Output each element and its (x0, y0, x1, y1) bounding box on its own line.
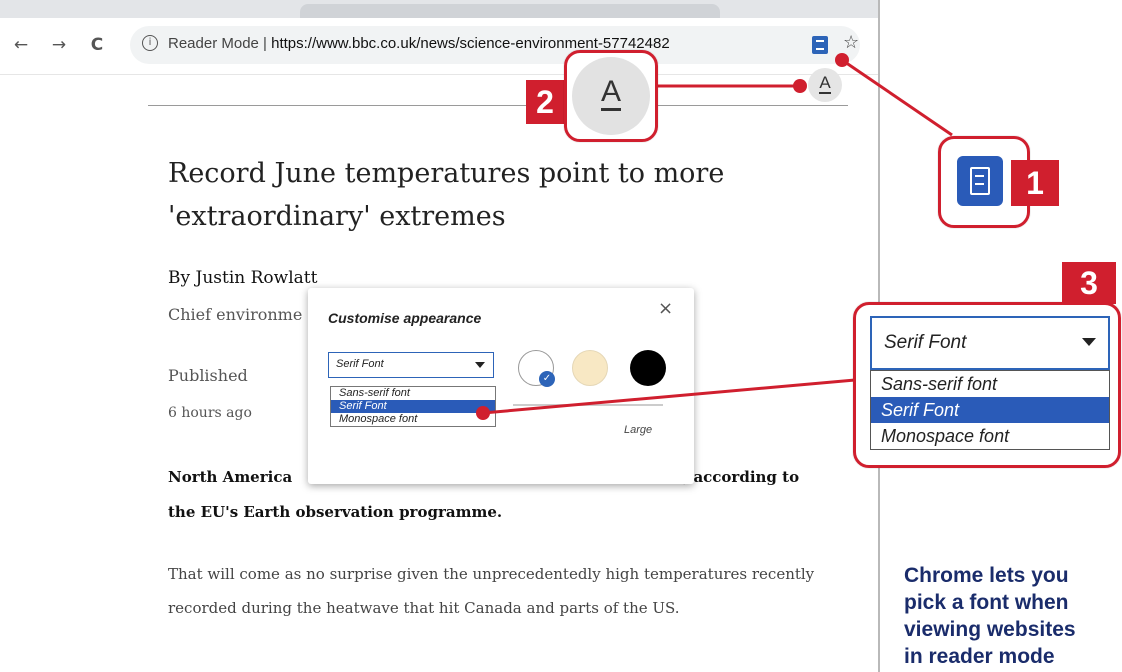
figure-caption: Chrome lets you pick a font when viewing… (904, 562, 1122, 670)
zoomed-option-serif: Serif Font (871, 397, 1109, 423)
font-select-zoomed-value: Serif Font (884, 332, 967, 353)
customise-appearance-dialog: Customise appearance × Serif Font Sans-s… (308, 288, 694, 484)
font-select-value: Serif Font (336, 358, 384, 370)
bookmark-star-icon[interactable]: ☆ (843, 32, 859, 53)
document-icon (970, 167, 990, 195)
font-a-icon: A (819, 73, 831, 94)
font-size-large-label: Large (624, 424, 653, 436)
theme-swatch-white[interactable]: ✓ (518, 350, 555, 387)
lede-start: North America (168, 468, 293, 486)
caption-line-1: Chrome lets you (904, 564, 1069, 587)
reader-mode-label: Reader Mode (168, 35, 259, 52)
theme-swatch-cream[interactable] (572, 350, 608, 386)
article-headline: Record June temperatures point to more '… (168, 158, 725, 232)
theme-swatch-black[interactable] (630, 350, 666, 386)
lede-end: the EU's Earth observation programme. (168, 503, 503, 521)
browser-tab[interactable] (300, 4, 720, 18)
caption-line-2: pick a font when (904, 591, 1069, 614)
url-separator: | (258, 35, 272, 52)
font-options-zoomed: Sans-serif font Serif Font Monospace fon… (870, 370, 1110, 450)
font-size-slider[interactable] (513, 404, 663, 406)
font-options-list: Sans-serif font Serif Font Monospace fon… (330, 386, 496, 427)
font-select[interactable]: Serif Font (328, 352, 494, 378)
zoomed-option-sans-serif: Sans-serif font (881, 374, 998, 394)
browser-toolbar: ← → C i Reader Mode | https://www.bbc.co… (0, 18, 878, 75)
reader-divider (148, 105, 848, 106)
close-icon[interactable]: × (658, 298, 673, 319)
check-icon: ✓ (539, 371, 555, 387)
callout-badge-1: 1 (1011, 160, 1059, 206)
site-info-icon[interactable]: i (142, 35, 158, 51)
callout-badge-2: 2 (526, 80, 564, 124)
tab-strip (0, 0, 878, 18)
author-role: Chief environme (168, 305, 303, 324)
article-byline: By Justin Rowlatt (168, 268, 318, 288)
reader-mode-icon-zoomed (957, 156, 1003, 206)
published-time: 6 hours ago (168, 405, 252, 421)
appearance-button-zoomed: A (572, 57, 650, 135)
font-option-monospace[interactable]: Monospace font (331, 413, 495, 426)
zoomed-option-monospace: Monospace font (881, 426, 1010, 446)
published-label: Published (168, 366, 248, 385)
font-a-icon-zoomed: A (600, 75, 621, 111)
chevron-down-icon-zoomed (1082, 338, 1096, 346)
reload-icon[interactable]: C (86, 34, 108, 56)
article-paragraph: That will come as no surprise given the … (168, 565, 815, 617)
chevron-down-icon (475, 362, 485, 368)
forward-icon[interactable]: → (48, 34, 70, 56)
callout-badge-3: 3 (1062, 262, 1116, 304)
back-icon[interactable]: ← (10, 34, 32, 56)
browser-window: ← → C i Reader Mode | https://www.bbc.co… (0, 0, 880, 672)
font-option-sans-serif[interactable]: Sans-serif font (331, 387, 495, 400)
caption-line-4: in reader mode (904, 645, 1055, 668)
appearance-button[interactable]: A (808, 68, 842, 102)
caption-line-3: viewing websites (904, 618, 1076, 641)
reader-mode-icon[interactable] (812, 36, 828, 54)
dialog-title: Customise appearance (328, 310, 482, 326)
font-select-zoomed: Serif Font (870, 316, 1110, 370)
lede-mid: , according to (683, 468, 800, 486)
font-option-serif[interactable]: Serif Font (331, 400, 495, 413)
address-bar[interactable]: i Reader Mode | https://www.bbc.co.uk/ne… (130, 26, 860, 64)
